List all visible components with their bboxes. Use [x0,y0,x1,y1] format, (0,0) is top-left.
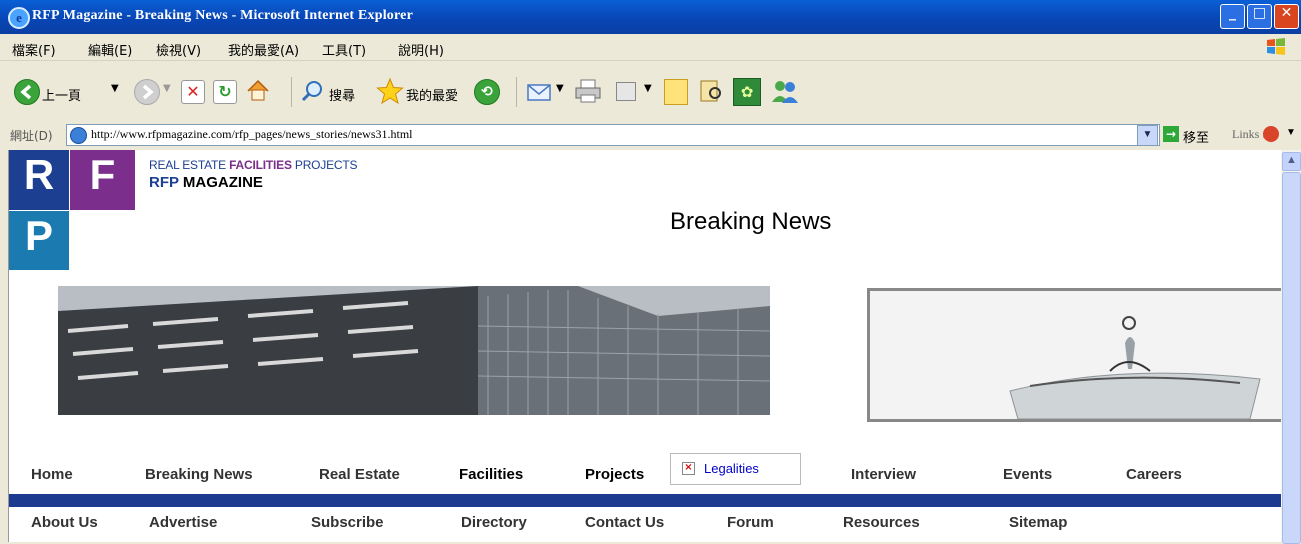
tagline-facilities: FACILITIES [229,158,292,172]
icq-flower-icon[interactable]: ✿ [733,78,761,106]
magazine-name: RFP MAGAZINE [149,174,263,191]
favorites-star-icon[interactable] [376,77,404,105]
search-button-label[interactable]: 搜尋 [329,85,355,104]
nav-interview[interactable]: Interview [851,466,916,483]
links-dropdown-icon[interactable]: ▼ [1286,127,1296,138]
water-drop-banner-image [867,288,1282,422]
building-banner-image [58,286,770,415]
logo-letter-p: P [9,211,69,270]
forward-dropdown-icon[interactable]: ▼ [163,83,171,94]
go-arrow-icon[interactable]: → [1163,126,1179,142]
page-content: R F P REAL ESTATE FACILITIES PROJECTS RF… [8,150,1282,542]
stop-icon[interactable]: ✕ [181,80,205,104]
toolbar-divider [291,77,292,107]
menu-help[interactable]: 說明(H) [398,40,444,59]
nav-breaking-news[interactable]: Breaking News [145,466,253,483]
favorites-button-label[interactable]: 我的最愛 [406,85,458,104]
nav-resources[interactable]: Resources [843,514,920,531]
edit-dropdown-icon[interactable]: ▼ [644,83,652,94]
nav-home[interactable]: Home [31,466,73,483]
nav-forum[interactable]: Forum [727,514,774,531]
links-toolbar-icon[interactable] [1263,126,1279,142]
forward-arrow-icon[interactable] [134,79,160,105]
nav-divider-bar [9,494,1282,507]
nav-facilities[interactable]: Facilities [459,466,523,483]
research-icon[interactable] [698,78,724,104]
nav-sitemap[interactable]: Sitemap [1009,514,1067,531]
mail-icon[interactable] [526,79,554,103]
scrollbar-thumb[interactable] [1282,172,1301,544]
ie-logo-icon: e [8,7,30,29]
minimize-button[interactable]: _ [1220,4,1245,29]
page-icon [70,127,87,144]
address-dropdown-icon[interactable]: ▼ [1137,125,1158,146]
print-icon[interactable] [574,78,602,104]
logo-letter-r: R [9,150,69,210]
menu-edit[interactable]: 編輯(E) [88,40,132,59]
nav-advertise[interactable]: Advertise [149,514,217,531]
nav-subscribe[interactable]: Subscribe [311,514,384,531]
magazine-name-magazine: MAGAZINE [182,174,263,191]
back-arrow-icon[interactable] [14,79,40,105]
home-icon[interactable] [245,78,271,104]
menu-bar: 檔案(F) 編輯(E) 檢視(V) 我的最愛(A) 工具(T) 說明(H) [0,34,1301,61]
address-url[interactable]: http://www.rfpmagazine.com/rfp_pages/new… [91,127,413,142]
rfp-logo[interactable]: R F P [9,150,135,270]
logo-tagline: REAL ESTATE FACILITIES PROJECTS [149,158,358,172]
links-label: Links [1232,127,1260,141]
tagline-projects: PROJECTS [294,158,358,172]
tagline-real-estate: REAL ESTATE [149,158,226,172]
menu-file[interactable]: 檔案(F) [12,40,56,59]
close-button[interactable]: ✕ [1274,4,1299,29]
nav-directory[interactable]: Directory [461,514,527,531]
edit-icon[interactable] [616,82,636,101]
scroll-up-icon[interactable]: ▲ [1282,152,1301,171]
mail-dropdown-icon[interactable]: ▼ [556,83,564,94]
history-icon[interactable]: ⟲ [474,79,500,105]
search-icon[interactable] [300,79,324,103]
refresh-icon[interactable]: ↻ [213,80,237,104]
magazine-name-rfp: RFP [149,174,179,191]
menu-view[interactable]: 檢視(V) [156,40,201,59]
nav-projects[interactable]: Projects [585,466,644,483]
messenger-icon[interactable] [770,78,800,104]
address-bar: 網址(D) http://www.rfpmagazine.com/rfp_pag… [0,121,1301,149]
primary-nav: Home Breaking News Real Estate Facilitie… [9,450,1282,490]
broken-image-icon: × [682,462,695,475]
windows-flag-icon [1267,38,1285,55]
maximize-button[interactable]: □ [1247,4,1272,29]
address-field[interactable]: http://www.rfpmagazine.com/rfp_pages/new… [66,124,1160,146]
nav-real-estate[interactable]: Real Estate [319,466,400,483]
window-titlebar: e RFP Magazine - Breaking News - Microso… [0,0,1301,34]
menu-tools[interactable]: 工具(T) [322,40,366,59]
address-label: 網址(D) [10,129,53,143]
nav-legalities[interactable]: × Legalities [670,453,801,485]
standard-toolbar: 上一頁 ▼ ▼ ✕ ↻ 搜尋 我的最愛 ⟲ ▼ ▼ ✿ [0,61,1301,122]
nav-contact-us[interactable]: Contact Us [585,514,664,531]
nav-events[interactable]: Events [1003,466,1052,483]
back-dropdown-icon[interactable]: ▼ [111,83,119,94]
logo-letter-f: F [70,150,135,210]
discuss-icon[interactable] [664,79,688,105]
toolbar-divider [516,77,517,107]
nav-legalities-label[interactable]: Legalities [704,461,759,476]
go-button-label[interactable]: 移至 [1183,127,1209,146]
nav-careers[interactable]: Careers [1126,466,1182,483]
menu-favorites[interactable]: 我的最愛(A) [228,40,299,59]
window-title: RFP Magazine - Breaking News - Microsoft… [32,8,413,23]
page-title: Breaking News [670,208,832,235]
back-button-label[interactable]: 上一頁 [42,85,81,104]
vertical-scrollbar[interactable]: ▲ [1281,150,1301,544]
nav-about-us[interactable]: About Us [31,514,98,531]
